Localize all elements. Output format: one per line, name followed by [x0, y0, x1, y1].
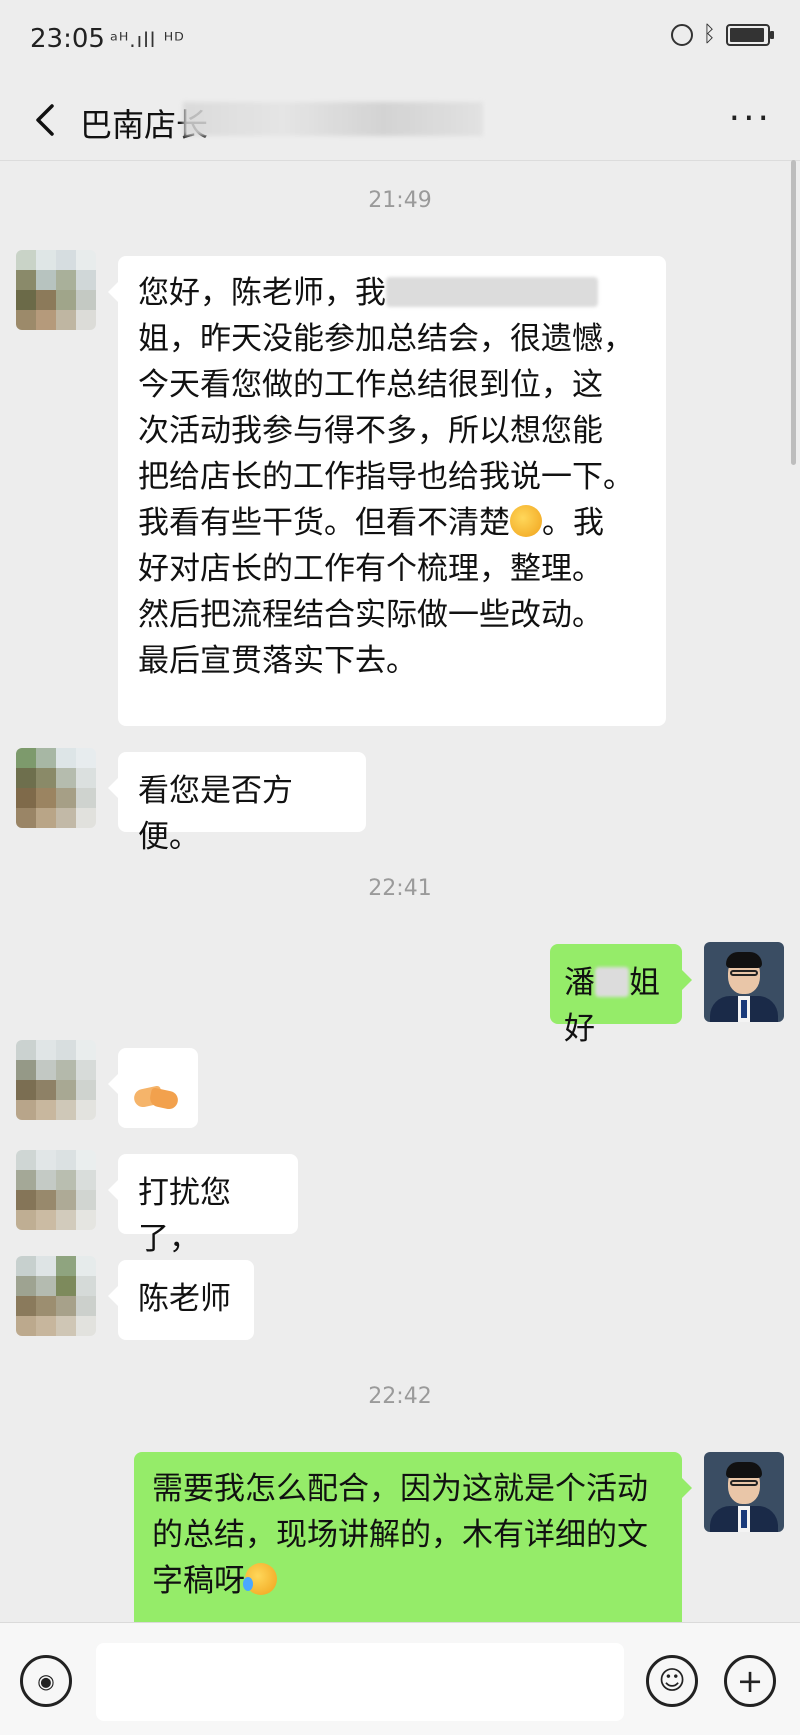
- title-redacted: [183, 102, 483, 136]
- message-text: 陈老师: [138, 1281, 231, 1317]
- redacted-text: [595, 967, 629, 997]
- message-bubble[interactable]: [108, 1048, 198, 1128]
- chat-input-bar: ◉ ☺ +: [0, 1622, 800, 1735]
- back-arrow-icon[interactable]: [22, 96, 70, 144]
- message-line: 需要我怎么配合，因为这就是个活动: [152, 1471, 648, 1507]
- voice-icon: ◉: [37, 1669, 55, 1693]
- thinking-emoji-icon: [510, 505, 542, 537]
- avatar[interactable]: [16, 748, 96, 828]
- avatar-self[interactable]: [704, 942, 784, 1022]
- message-text: 打扰您了，: [138, 1175, 231, 1257]
- avatar[interactable]: [16, 1256, 96, 1336]
- redacted-text: [386, 277, 598, 307]
- message-line: 最后宣贯落实下去。: [138, 643, 417, 679]
- message-line: 姐，昨天没能参加总结会，很遗憾，: [138, 321, 634, 357]
- message-line: 字稿呀: [152, 1558, 664, 1604]
- timestamp: 22:41: [368, 876, 432, 901]
- battery-icon: [726, 23, 774, 46]
- message-bubble[interactable]: 看您是否方便。: [108, 752, 366, 855]
- alarm-icon: [670, 23, 693, 46]
- message-bubble[interactable]: 潘姐好: [550, 944, 692, 1047]
- handshake-emoji-icon: [132, 1082, 180, 1112]
- message-line: 好对店长的工作有个梳理，整理。: [138, 551, 603, 587]
- signal-icon: ᵃᴴ.ıll ᴴᴰ: [110, 28, 185, 52]
- message-text: 看您是否方便。: [138, 773, 293, 855]
- message-line: 今天看您做的工作总结很到位，这: [138, 367, 603, 403]
- voice-button[interactable]: ◉: [20, 1655, 72, 1707]
- message-bubble[interactable]: 打扰您了，: [108, 1154, 298, 1257]
- emoji-button[interactable]: ☺: [646, 1655, 698, 1707]
- message-line: 把给店长的工作指导也给我说一下。: [138, 459, 634, 495]
- timestamp: 21:49: [368, 188, 432, 213]
- message-input[interactable]: [96, 1643, 624, 1721]
- message-bubble[interactable]: 需要我怎么配合，因为这就是个活动 的总结，现场讲解的，木有详细的文 字稿呀: [134, 1452, 692, 1622]
- status-icons: ᛒ: [670, 22, 774, 47]
- avatar[interactable]: [16, 1150, 96, 1230]
- avatar[interactable]: [16, 250, 96, 330]
- message-line: 然后把流程结合实际做一些改动。: [138, 597, 603, 633]
- message-line: 次活动我参与得不多，所以想您能: [138, 413, 603, 449]
- bluetooth-icon: ᛒ: [702, 22, 716, 47]
- more-icon[interactable]: ···: [729, 98, 772, 139]
- message-bubble[interactable]: 陈老师: [108, 1260, 254, 1340]
- emoji-icon: ☺: [658, 1666, 686, 1696]
- message-bubble[interactable]: 您好，陈老师，我 姐，昨天没能参加总结会，很遗憾， 今天看您做的工作总结很到位，…: [108, 256, 666, 726]
- message-line: 您好，陈老师，我: [138, 270, 646, 316]
- chat-header: 巴南店长 ···: [0, 80, 800, 161]
- laughing-tears-emoji-icon: [243, 1563, 277, 1595]
- avatar[interactable]: [16, 1040, 96, 1120]
- avatar-self[interactable]: [704, 1452, 784, 1532]
- timestamp: 22:42: [368, 1384, 432, 1409]
- message-line: 的总结，现场讲解的，木有详细的文: [152, 1517, 648, 1553]
- more-functions-button[interactable]: +: [724, 1655, 776, 1707]
- status-time: 23:05: [30, 24, 105, 54]
- status-bar: 23:05 ᵃᴴ.ıll ᴴᴰ ᛒ: [0, 0, 800, 80]
- plus-icon: +: [736, 1662, 764, 1700]
- message-line: 我看有些干货。但看不清楚 。我: [138, 505, 604, 541]
